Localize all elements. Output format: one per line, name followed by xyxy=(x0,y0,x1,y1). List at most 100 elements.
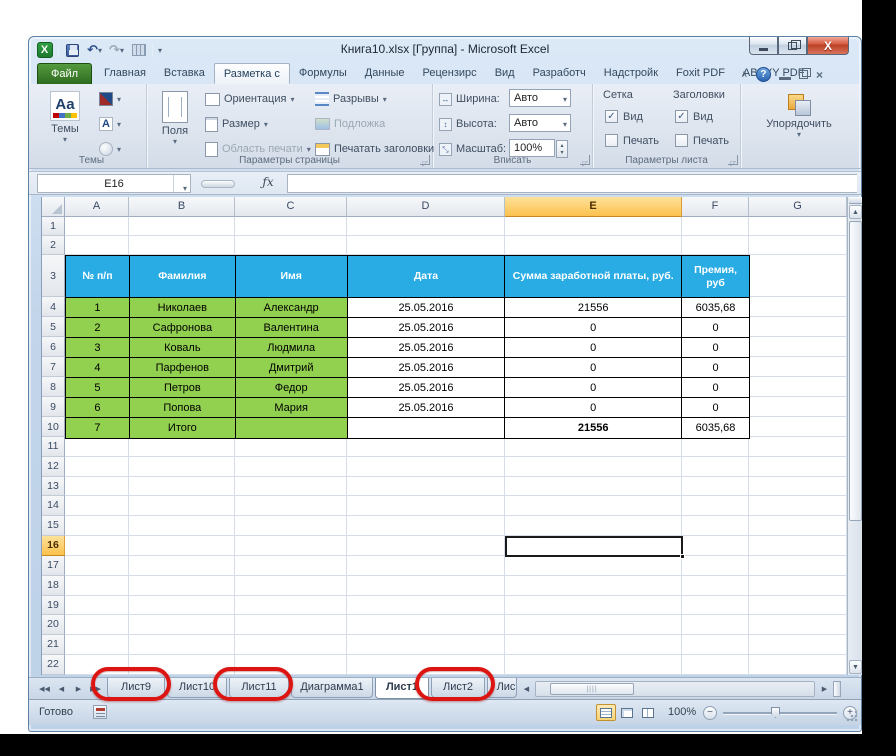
ribbon-tab-foxit-pdf[interactable]: Foxit PDF xyxy=(667,63,734,84)
grid-cell[interactable] xyxy=(129,217,235,236)
grid-cell[interactable] xyxy=(235,236,347,255)
table-cell[interactable]: 0 xyxy=(505,378,683,398)
grid-cell[interactable] xyxy=(682,655,749,675)
table-cell[interactable]: 25.05.2016 xyxy=(347,378,506,398)
grid-cell[interactable] xyxy=(235,217,347,236)
table-cell[interactable]: 0 xyxy=(682,318,749,338)
themes-button[interactable]: Aa Темы ▾ xyxy=(41,87,89,153)
ribbon-tab-file[interactable]: Файл xyxy=(37,63,93,84)
grid-cell[interactable] xyxy=(749,575,847,596)
print-preview-button[interactable] xyxy=(130,42,147,59)
column-header-D[interactable]: D xyxy=(347,197,505,217)
name-box-dropdown-icon[interactable]: ▾ xyxy=(183,180,187,198)
grid-cell[interactable] xyxy=(505,595,682,616)
table-header-cell[interactable]: № п/п xyxy=(66,256,130,298)
horizontal-split-handle[interactable] xyxy=(833,681,841,697)
table-cell[interactable]: 21556 xyxy=(505,418,683,438)
table-cell[interactable]: Сафронова xyxy=(129,318,236,338)
grid-cell[interactable] xyxy=(682,437,749,457)
grid-cell[interactable] xyxy=(235,635,347,656)
table-cell[interactable]: 4 xyxy=(66,358,130,378)
grid-cell[interactable] xyxy=(65,456,129,477)
grid-cell[interactable] xyxy=(749,655,847,675)
grid-cell[interactable] xyxy=(682,555,749,576)
grid-cell[interactable] xyxy=(235,655,347,675)
selected-cell-E16[interactable] xyxy=(505,536,685,559)
row-header-5[interactable]: 5 xyxy=(42,317,65,337)
grid-cell[interactable] xyxy=(129,575,235,596)
gridlines-print-checkbox[interactable]: Печать xyxy=(605,134,659,147)
help-icon[interactable]: ? xyxy=(755,67,771,82)
row-header-20[interactable]: 20 xyxy=(42,615,65,636)
grid-cell[interactable] xyxy=(749,337,847,357)
grid-cell[interactable] xyxy=(682,575,749,596)
grid-cell[interactable] xyxy=(749,595,847,616)
row-header-18[interactable]: 18 xyxy=(42,575,65,596)
sheet-tab-лист2[interactable]: Лист2 xyxy=(431,678,485,698)
grid-cell[interactable] xyxy=(129,437,235,457)
table-cell[interactable]: 25.05.2016 xyxy=(347,398,506,418)
grid-cell[interactable] xyxy=(749,615,847,636)
grid-cell[interactable] xyxy=(749,217,847,236)
grid-cell[interactable] xyxy=(347,635,505,656)
save-button[interactable] xyxy=(64,42,81,59)
ribbon-tab-вставка[interactable]: Вставка xyxy=(155,63,214,84)
grid-cell[interactable] xyxy=(347,456,505,477)
grid-cell[interactable] xyxy=(505,516,682,537)
row-header-11[interactable]: 11 xyxy=(42,437,65,457)
sheet-tab-лист10[interactable]: Лист10 xyxy=(167,678,227,698)
table-cell[interactable]: Федор xyxy=(235,378,348,398)
grid-cell[interactable] xyxy=(129,635,235,656)
grid-cell[interactable] xyxy=(129,536,235,556)
ribbon-tab-надстройк[interactable]: Надстройк xyxy=(595,63,667,84)
zoom-track[interactable] xyxy=(723,712,837,714)
orientation-button[interactable]: Ориентация ▾ xyxy=(205,88,294,110)
background-button[interactable]: Подложка xyxy=(315,113,385,135)
grid-cell[interactable] xyxy=(65,615,129,636)
zoom-out-icon[interactable]: − xyxy=(703,706,717,720)
sheet-tab-лист9[interactable]: Лист9 xyxy=(107,678,165,698)
column-header-G[interactable]: G xyxy=(749,197,847,217)
formula-input[interactable] xyxy=(287,174,857,193)
table-cell[interactable]: Александр xyxy=(235,298,348,318)
row-header-16[interactable]: 16 xyxy=(42,536,65,556)
table-header-cell[interactable]: Дата xyxy=(347,256,506,298)
scroll-down-icon[interactable]: ▼ xyxy=(849,660,862,674)
grid-cell[interactable] xyxy=(129,236,235,255)
grid-cell[interactable] xyxy=(65,236,129,255)
grid-cell[interactable] xyxy=(65,536,129,556)
table-cell[interactable]: 3 xyxy=(66,338,130,358)
grid-cell[interactable] xyxy=(505,217,682,236)
grid-cell[interactable] xyxy=(347,595,505,616)
grid-cell[interactable] xyxy=(235,555,347,576)
sheet-tab-лис[interactable]: Лис xyxy=(487,678,517,698)
row-header-3[interactable]: 3 xyxy=(42,255,65,297)
grid-cell[interactable] xyxy=(749,317,847,337)
table-cell[interactable]: 0 xyxy=(505,338,683,358)
grid-cell[interactable] xyxy=(749,417,847,437)
grid-cell[interactable] xyxy=(129,655,235,675)
restore-button[interactable] xyxy=(778,37,807,55)
grid-cell[interactable] xyxy=(65,555,129,576)
ribbon-tab-разметка-с[interactable]: Разметка с xyxy=(213,63,290,84)
horizontal-scroll-thumb[interactable]: |||| xyxy=(550,683,634,695)
grid-cell[interactable] xyxy=(749,536,847,556)
undo-button[interactable]: ↶ ▾ xyxy=(86,42,103,59)
grid-cell[interactable] xyxy=(65,595,129,616)
grid-cell[interactable] xyxy=(682,496,749,517)
grid-cell[interactable] xyxy=(129,555,235,576)
size-button[interactable]: Размер ▾ xyxy=(205,113,268,135)
grid-cell[interactable] xyxy=(505,236,682,255)
grid-cell[interactable] xyxy=(347,476,505,497)
grid-cell[interactable] xyxy=(505,575,682,596)
row-header-12[interactable]: 12 xyxy=(42,456,65,477)
select-all-corner[interactable] xyxy=(42,197,65,217)
grid-cell[interactable] xyxy=(682,217,749,236)
grid-cell[interactable] xyxy=(749,476,847,497)
sheet-tab-диаграмма1[interactable]: Диаграмма1 xyxy=(291,678,373,698)
grid-cell[interactable] xyxy=(65,476,129,497)
grid-cell[interactable] xyxy=(749,516,847,537)
scale-to-fit-dialog-launcher-icon[interactable] xyxy=(580,155,590,165)
grid-cell[interactable] xyxy=(65,496,129,517)
macro-record-icon[interactable] xyxy=(93,705,107,719)
